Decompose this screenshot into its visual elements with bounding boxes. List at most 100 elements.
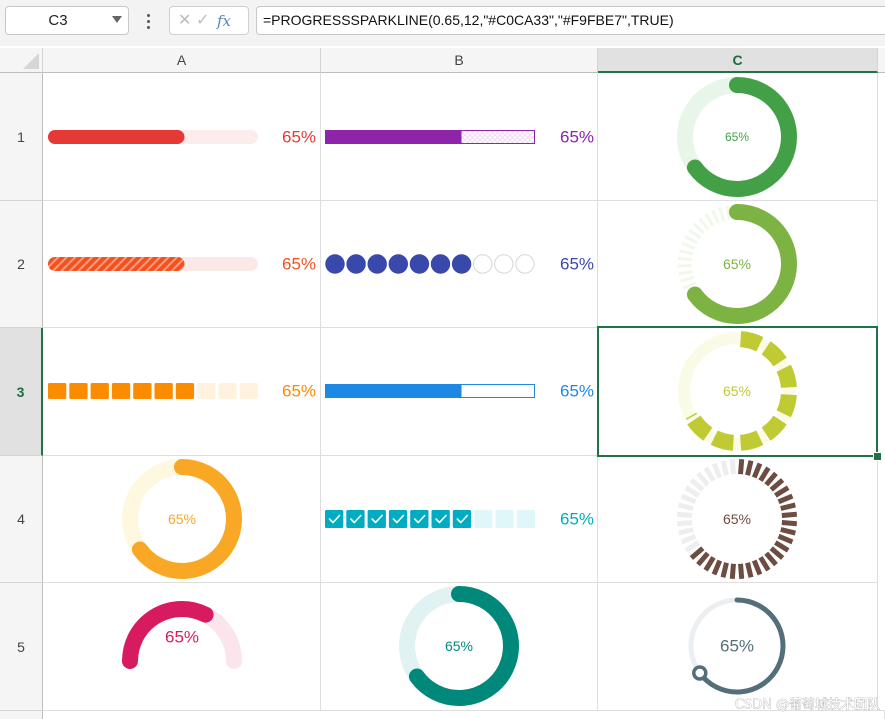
cell-b4-box (410, 510, 429, 528)
cell-c5-label: 65% (720, 637, 754, 656)
cell-c3-segment (687, 415, 713, 441)
cell-b2-dot (430, 254, 451, 274)
cell-c3-segment (739, 331, 764, 352)
cell-b2-dot (325, 254, 345, 274)
cell-a2-label: 65% (282, 255, 316, 274)
sparkline-layer: 65% 65% 65% 65% 65% 65% 65% 65% 65% 65% 65% 65% 65% 6… (48, 77, 880, 713)
cell-c4-tick (684, 485, 700, 498)
cell-a3-block (197, 383, 216, 399)
cell-b4-box (495, 510, 514, 528)
cell-c4-tick (720, 460, 729, 476)
cell-c4-tick (758, 466, 771, 482)
cell-c3-segment (710, 430, 735, 451)
cell-a3-label: 65% (282, 382, 316, 401)
cell-a3-block (133, 383, 152, 399)
cell-b4-box (431, 510, 450, 528)
cell-a3-block (239, 383, 258, 399)
cell-c4-tick (738, 458, 745, 475)
cell-b2-dot (409, 254, 430, 274)
cell-c2-track-tick (684, 234, 698, 245)
cell-c4-tick (680, 493, 697, 505)
watermark: CSDN @葡萄城技术团队 (735, 698, 880, 713)
cell-c4-tick (774, 485, 790, 498)
cell-a3-block (175, 383, 195, 399)
cell-c4-tick (764, 551, 778, 567)
cell-a3-block (111, 383, 131, 399)
cell-c4-tick (711, 559, 723, 576)
cell-c4-tick (751, 462, 763, 479)
cell-c2-track-tick (711, 209, 720, 224)
cell-b4-box (325, 510, 344, 528)
cell-b1-fill (325, 130, 462, 144)
cell-a3-block (154, 383, 173, 399)
cell-c2-track-tick (678, 256, 693, 262)
cell-c4-tick (781, 520, 798, 527)
cell-c4-tick (689, 546, 705, 560)
cell-c2-track-tick (680, 275, 695, 283)
cell-a3-block (90, 383, 109, 399)
cell-c4-tick (781, 511, 798, 518)
cell-c2-track-tick (692, 222, 706, 235)
cell-c2-track-tick (678, 269, 693, 276)
cell-c2-track-tick (681, 241, 696, 250)
cell-c3-segment (761, 341, 787, 367)
cell-c4-tick (676, 511, 693, 518)
cell-a2-fill (48, 257, 185, 271)
cell-c4-tick (745, 460, 754, 476)
cell-a5-label: 65% (165, 628, 199, 647)
cell-b2-dot (388, 254, 408, 274)
cell-c2-track-tick (688, 228, 702, 240)
cell-b2-label: 65% (560, 255, 594, 274)
cell-b3-fill (325, 384, 462, 398)
cell-a3-block (69, 383, 88, 399)
cell-c4-tick (774, 540, 790, 553)
cell-c4-tick (689, 478, 705, 492)
cell-c4-tick (764, 471, 778, 487)
cell-c2-track-tick (679, 249, 694, 256)
cell-c4-tick (758, 556, 771, 572)
cell-c4-tick (684, 540, 700, 553)
cell-c2-label: 65% (723, 256, 751, 272)
cell-c4-tick (703, 556, 716, 572)
cell-b3-label: 65% (560, 382, 594, 401)
cell-b4-label: 65% (560, 510, 594, 529)
cell-c4-tick (720, 562, 729, 578)
cell-b2-dot (346, 254, 366, 274)
cell-c2-track-tick (698, 217, 710, 231)
cell-c4-tick (738, 563, 745, 580)
cell-b1-label: 65% (560, 128, 594, 147)
cell-c4-tick (729, 563, 736, 580)
cell-c4-tick (780, 502, 796, 511)
cell-c4-tick (777, 493, 794, 505)
cell-c4-tick (777, 533, 794, 545)
cell-b4-box (452, 510, 472, 528)
cell-b5-label: 65% (445, 638, 473, 654)
cell-c4-tick (711, 462, 723, 479)
fill-handle[interactable] (873, 452, 882, 461)
cell-c3-segment (761, 415, 787, 441)
cell-b4-box (388, 510, 408, 528)
cell-c4-tick (769, 478, 785, 492)
cell-c4-tick (780, 527, 796, 536)
cell-b2-dot (451, 254, 472, 274)
cell-b4-box (474, 510, 493, 528)
cell-b2-dot (494, 254, 514, 274)
cell-c4-tick (676, 520, 693, 527)
cell-b4-box (516, 510, 535, 528)
cell-c4-tick (729, 458, 736, 475)
cell-c4-tick (703, 466, 716, 482)
cell-c3-segment (776, 364, 797, 389)
cell-a4-label: 65% (168, 511, 196, 527)
cell-c4-tick (769, 546, 785, 560)
cell-b2-dot (367, 254, 387, 274)
cell-b4-box (346, 510, 365, 528)
cell-b4-box (367, 510, 386, 528)
cell-c3-segment (739, 430, 764, 451)
cell-c3-segment (776, 393, 797, 418)
cell-a3-block (48, 383, 67, 399)
cell-c2-track-tick (704, 213, 715, 227)
cell-c4-tick (680, 533, 697, 545)
cell-c2-track-tick (718, 207, 726, 222)
cell-a1-label: 65% (282, 128, 316, 147)
cell-c4-label: 65% (723, 511, 751, 527)
